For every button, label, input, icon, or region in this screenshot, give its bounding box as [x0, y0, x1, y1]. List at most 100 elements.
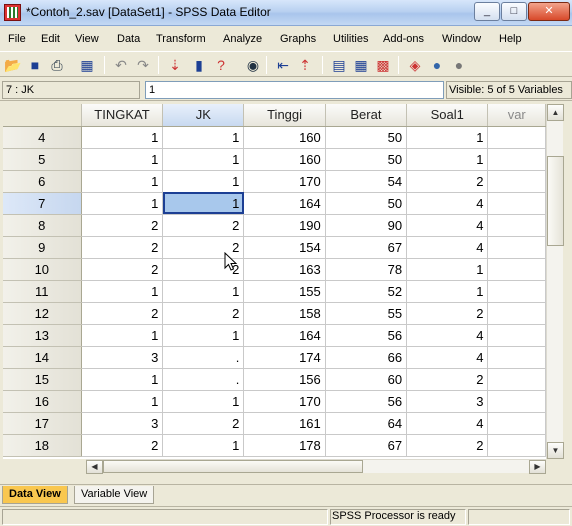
cell-var-empty[interactable]	[487, 126, 546, 149]
tab-data-view[interactable]: Data View	[2, 486, 68, 504]
menu-file[interactable]: File	[8, 33, 26, 45]
menu-window[interactable]: Window	[442, 33, 481, 45]
cell-tingkat[interactable]: 2	[81, 214, 164, 237]
cell-tingkat[interactable]: 1	[81, 390, 164, 413]
insert-variable-icon[interactable]: ⇡	[296, 56, 314, 74]
cell-berat[interactable]: 64	[325, 412, 408, 435]
cell-soal1[interactable]: 4	[406, 236, 489, 259]
cell-jk[interactable]: 1	[162, 148, 245, 171]
row-header[interactable]: 5	[3, 148, 82, 171]
cell-tinggi[interactable]: 160	[243, 148, 326, 171]
cell-tinggi[interactable]: 164	[243, 324, 326, 347]
cell-soal1[interactable]: 1	[406, 258, 489, 281]
menu-graphs[interactable]: Graphs	[280, 33, 316, 45]
menu-view[interactable]: View	[75, 33, 99, 45]
cell-tinggi[interactable]: 155	[243, 280, 326, 303]
column-header-jk[interactable]: JK	[162, 104, 245, 127]
cell-jk[interactable]: 1	[162, 434, 245, 457]
cell-jk[interactable]: 2	[162, 214, 245, 237]
cell-jk[interactable]: 1	[162, 324, 245, 347]
cell-soal1[interactable]: 2	[406, 368, 489, 391]
column-header-berat[interactable]: Berat	[325, 104, 408, 127]
row-header[interactable]: 7	[3, 192, 82, 215]
cell-var-empty[interactable]	[487, 390, 546, 413]
cell-soal1[interactable]: 2	[406, 170, 489, 193]
minimize-button[interactable]: _	[474, 2, 500, 21]
cell-tinggi[interactable]: 170	[243, 170, 326, 193]
scroll-up-button[interactable]: ▲	[547, 104, 564, 121]
row-header[interactable]: 17	[3, 412, 82, 435]
menu-help[interactable]: Help	[499, 33, 522, 45]
undo-icon[interactable]: ↶	[112, 56, 130, 74]
cell-tinggi[interactable]: 178	[243, 434, 326, 457]
cell-berat[interactable]: 90	[325, 214, 408, 237]
cell-berat[interactable]: 54	[325, 170, 408, 193]
menu-add-ons[interactable]: Add-ons	[383, 33, 424, 45]
row-header[interactable]: 14	[3, 346, 82, 369]
active-cell[interactable]: 1	[162, 192, 245, 215]
cell-soal1[interactable]: 2	[406, 434, 489, 457]
redo-icon[interactable]: ↷	[134, 56, 152, 74]
cell-tingkat[interactable]: 1	[81, 324, 164, 347]
row-header[interactable]: 8	[3, 214, 82, 237]
cell-soal1[interactable]: 2	[406, 302, 489, 325]
grid-corner[interactable]	[3, 104, 82, 127]
open-folder-icon[interactable]: 📂	[4, 56, 22, 74]
cell-var-empty[interactable]	[487, 346, 546, 369]
cell-jk[interactable]: 1	[162, 170, 245, 193]
scroll-right-button[interactable]: ▶	[529, 460, 546, 474]
cell-berat[interactable]: 78	[325, 258, 408, 281]
scroll-down-button[interactable]: ▼	[547, 442, 564, 459]
cell-berat[interactable]: 50	[325, 192, 408, 215]
row-header[interactable]: 13	[3, 324, 82, 347]
cell-var-empty[interactable]	[487, 236, 546, 259]
insert-cases-icon[interactable]: ⇤	[274, 56, 292, 74]
cell-berat[interactable]: 50	[325, 148, 408, 171]
spss-app-icon[interactable]	[4, 4, 21, 21]
goto-variable-icon[interactable]: ▮	[190, 56, 208, 74]
cell-soal1[interactable]: 1	[406, 280, 489, 303]
cell-var-empty[interactable]	[487, 148, 546, 171]
cell-berat[interactable]: 60	[325, 368, 408, 391]
cell-berat[interactable]: 56	[325, 390, 408, 413]
cell-soal1[interactable]: 4	[406, 324, 489, 347]
cell-berat[interactable]: 56	[325, 324, 408, 347]
cell-var-empty[interactable]	[487, 324, 546, 347]
column-header-tinggi[interactable]: Tinggi	[243, 104, 326, 127]
maximize-button[interactable]: □	[501, 2, 527, 21]
cell-var-empty[interactable]	[487, 434, 546, 457]
row-header[interactable]: 16	[3, 390, 82, 413]
horizontal-scrollbar[interactable]: ◀ ▶	[86, 459, 546, 474]
cell-var-empty[interactable]	[487, 258, 546, 281]
cell-berat[interactable]: 55	[325, 302, 408, 325]
column-header-var[interactable]: var	[487, 104, 546, 127]
cell-berat[interactable]: 66	[325, 346, 408, 369]
cell-tingkat[interactable]: 2	[81, 236, 164, 259]
cell-jk[interactable]: 1	[162, 126, 245, 149]
cell-soal1[interactable]: 4	[406, 412, 489, 435]
cell-soal1[interactable]: 1	[406, 148, 489, 171]
cell-jk[interactable]: 2	[162, 412, 245, 435]
menu-edit[interactable]: Edit	[41, 33, 60, 45]
close-button[interactable]: ✕	[528, 2, 570, 21]
cell-tingkat[interactable]: 3	[81, 412, 164, 435]
cell-var-empty[interactable]	[487, 170, 546, 193]
horizontal-scroll-thumb[interactable]	[103, 460, 363, 473]
cell-jk[interactable]: 1	[162, 280, 245, 303]
cell-tinggi[interactable]: 154	[243, 236, 326, 259]
cell-jk[interactable]: .	[162, 346, 245, 369]
row-header[interactable]: 15	[3, 368, 82, 391]
cell-soal1[interactable]: 4	[406, 346, 489, 369]
cell-tinggi[interactable]: 160	[243, 126, 326, 149]
cell-tingkat[interactable]: 2	[81, 434, 164, 457]
split-file-icon[interactable]: ▤	[330, 56, 348, 74]
cell-var-empty[interactable]	[487, 280, 546, 303]
cell-var-empty[interactable]	[487, 302, 546, 325]
row-header[interactable]: 10	[3, 258, 82, 281]
cell-tingkat[interactable]: 1	[81, 170, 164, 193]
cell-soal1[interactable]: 4	[406, 214, 489, 237]
scroll-left-button[interactable]: ◀	[86, 460, 103, 474]
row-header[interactable]: 12	[3, 302, 82, 325]
cell-tinggi[interactable]: 174	[243, 346, 326, 369]
cell-berat[interactable]: 50	[325, 126, 408, 149]
